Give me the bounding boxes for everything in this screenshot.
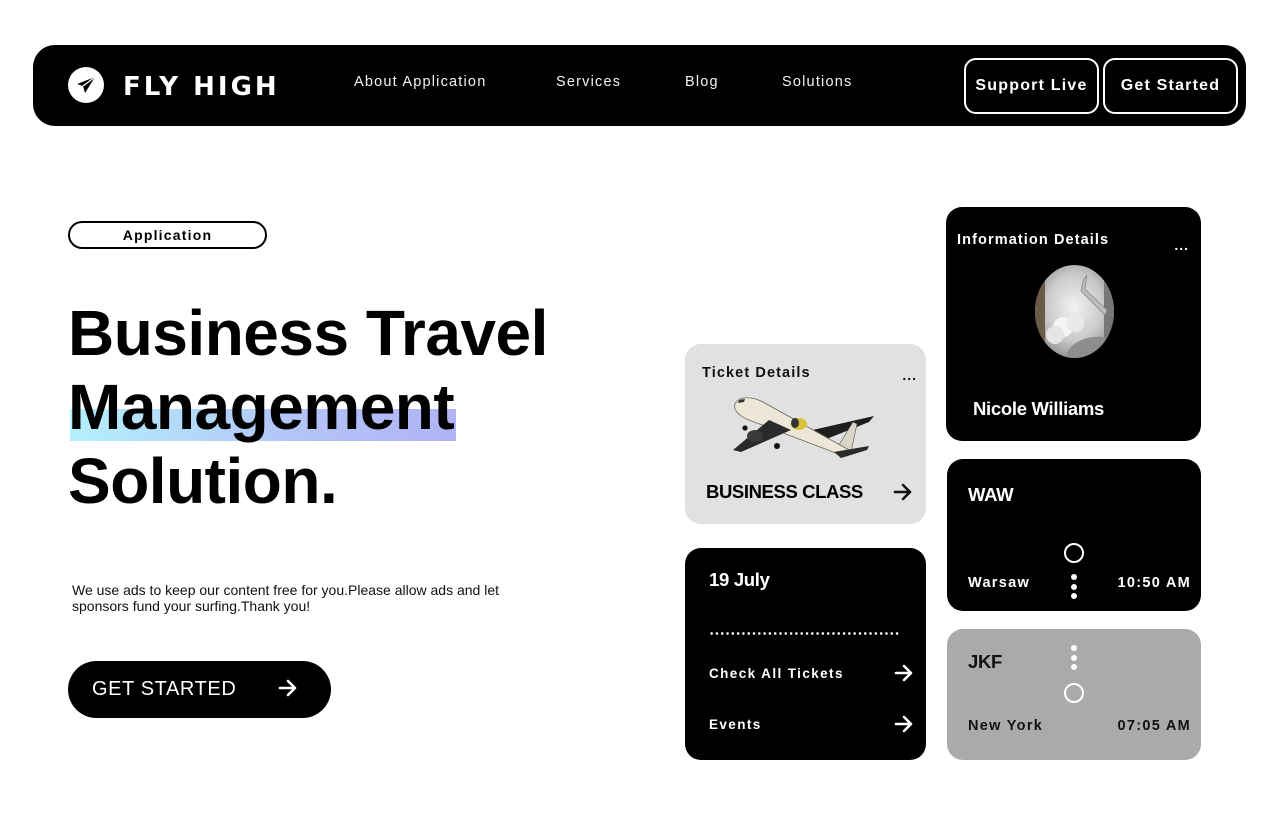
departure-time: 10:50 AM bbox=[1117, 575, 1191, 591]
arrow-right-icon bbox=[894, 714, 914, 739]
headline-line-1: Business Travel bbox=[68, 297, 548, 369]
page-title: Business Travel Management Solution. bbox=[68, 296, 548, 518]
check-all-tickets-link[interactable]: Check All Tickets bbox=[709, 662, 914, 686]
nav-link-services[interactable]: Services bbox=[556, 73, 621, 91]
more-options-icon[interactable]: ... bbox=[902, 368, 917, 382]
dotted-divider bbox=[709, 632, 901, 635]
ticket-details-card[interactable]: Ticket Details ... BUSINESS CLASS bbox=[685, 344, 926, 524]
nav-link-about-application[interactable]: About Application bbox=[354, 73, 486, 91]
arrival-flight-card[interactable]: JKF New York 07:05 AM bbox=[947, 629, 1201, 760]
arrival-airport-code: JKF bbox=[968, 651, 1003, 672]
nav-link-solutions[interactable]: Solutions bbox=[782, 73, 852, 91]
get-started-cta-button[interactable]: GET STARTED bbox=[68, 661, 331, 718]
headline-line-3: Solution. bbox=[68, 445, 338, 517]
get-started-nav-button[interactable]: Get Started bbox=[1103, 58, 1238, 114]
date-card: 19 July Check All Tickets Events bbox=[685, 548, 926, 760]
paper-plane-icon[interactable] bbox=[68, 67, 104, 103]
cta-label: GET STARTED bbox=[92, 678, 237, 700]
application-tag: Application bbox=[68, 221, 267, 249]
hero-description: We use ads to keep our content free for … bbox=[72, 582, 499, 614]
departure-city: Warsaw bbox=[968, 575, 1031, 591]
nav-link-blog[interactable]: Blog bbox=[685, 73, 719, 91]
check-all-tickets-label: Check All Tickets bbox=[709, 666, 844, 681]
arrow-right-icon bbox=[278, 678, 298, 703]
brand-name[interactable]: FLY HIGH bbox=[123, 72, 280, 102]
departure-airport-code: WAW bbox=[968, 484, 1014, 505]
events-label: Events bbox=[709, 717, 762, 732]
arrival-city: New York bbox=[968, 718, 1044, 734]
route-dots-icon bbox=[1071, 645, 1077, 674]
passenger-name: Nicole Williams bbox=[973, 398, 1105, 419]
airplane-window-image bbox=[1035, 265, 1114, 358]
arrow-right-icon[interactable] bbox=[893, 482, 913, 507]
departure-flight-card[interactable]: WAW Warsaw 10:50 AM bbox=[947, 459, 1201, 611]
ticket-class: BUSINESS CLASS bbox=[706, 481, 863, 502]
travel-date: 19 July bbox=[709, 569, 770, 590]
navbar: FLY HIGH About Application Services Blog… bbox=[33, 45, 1246, 126]
information-details-card[interactable]: Information Details ... Nicole Williams bbox=[946, 207, 1201, 441]
headline-line-2: Management bbox=[68, 370, 457, 444]
events-link[interactable]: Events bbox=[709, 713, 914, 737]
more-options-icon[interactable]: ... bbox=[1174, 238, 1189, 252]
airplane-image bbox=[729, 392, 879, 467]
route-dots-icon bbox=[1071, 574, 1077, 603]
route-point-icon bbox=[1064, 543, 1084, 563]
info-card-title: Information Details bbox=[957, 232, 1110, 248]
arrival-time: 07:05 AM bbox=[1117, 718, 1191, 734]
ticket-card-title: Ticket Details bbox=[702, 365, 811, 381]
arrow-right-icon bbox=[894, 663, 914, 688]
support-live-button[interactable]: Support Live bbox=[964, 58, 1099, 114]
headline-highlight-text: Management bbox=[68, 371, 455, 443]
route-point-icon bbox=[1064, 683, 1084, 703]
